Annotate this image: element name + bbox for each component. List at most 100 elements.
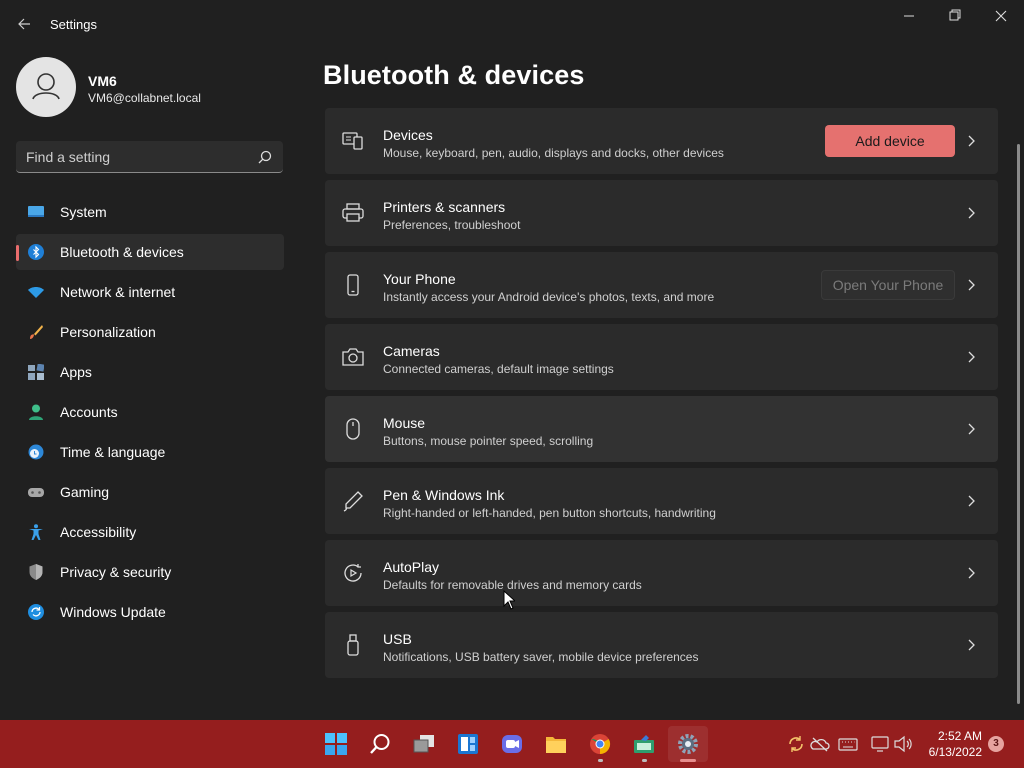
devices-card[interactable]: Devices Mouse, keyboard, pen, audio, dis… bbox=[325, 108, 998, 174]
chevron-right-icon bbox=[968, 279, 975, 291]
settings-taskbar-button[interactable] bbox=[668, 726, 708, 762]
chrome-icon bbox=[590, 734, 611, 755]
sidebar-item-label: System bbox=[60, 204, 107, 220]
card-title: AutoPlay bbox=[383, 559, 440, 575]
avatar[interactable] bbox=[16, 57, 76, 117]
close-icon bbox=[995, 10, 1007, 22]
running-indicator bbox=[642, 759, 647, 762]
keyboard-icon[interactable] bbox=[838, 734, 858, 754]
card-description: Mouse, keyboard, pen, audio, displays an… bbox=[383, 146, 724, 160]
clock-time[interactable]: 2:52 AM bbox=[926, 729, 982, 743]
sidebar-item-network[interactable]: Network & internet bbox=[16, 274, 284, 310]
monitor-icon bbox=[28, 206, 44, 217]
shield-icon bbox=[29, 564, 43, 580]
pen-icon bbox=[343, 491, 363, 512]
app-icon bbox=[634, 735, 654, 753]
selection-indicator bbox=[16, 245, 19, 261]
user-email: VM6@collabnet.local bbox=[88, 91, 201, 105]
start-button[interactable] bbox=[316, 726, 356, 762]
search-box[interactable] bbox=[16, 141, 283, 173]
settings-icon bbox=[678, 734, 698, 754]
network-icon[interactable] bbox=[870, 734, 890, 754]
update-icon bbox=[28, 604, 44, 620]
wifi-icon bbox=[28, 287, 44, 298]
minimize-icon bbox=[904, 15, 914, 17]
sidebar-nav: System Bluetooth & devices Network & int… bbox=[16, 194, 284, 634]
active-indicator bbox=[680, 759, 696, 762]
person-icon bbox=[29, 404, 43, 420]
user-name: VM6 bbox=[88, 73, 117, 89]
restore-button[interactable] bbox=[932, 0, 978, 32]
search-icon bbox=[370, 734, 390, 754]
card-description: Notifications, USB battery saver, mobile… bbox=[383, 650, 699, 664]
start-icon bbox=[325, 733, 347, 755]
chat-icon bbox=[502, 735, 522, 753]
scrollbar[interactable] bbox=[1017, 144, 1020, 704]
clock-date[interactable]: 6/13/2022 bbox=[926, 745, 982, 759]
apps-icon bbox=[28, 364, 44, 380]
widgets-button[interactable] bbox=[448, 726, 488, 762]
card-title: Pen & Windows Ink bbox=[383, 487, 505, 503]
search-icon bbox=[258, 150, 272, 164]
sidebar-item-accessibility[interactable]: Accessibility bbox=[16, 514, 284, 550]
devices-icon bbox=[342, 132, 363, 150]
notification-badge[interactable]: 3 bbox=[988, 736, 1004, 752]
your-phone-card[interactable]: Your Phone Instantly access your Android… bbox=[325, 252, 998, 318]
gamepad-icon bbox=[28, 488, 44, 497]
onedrive-icon[interactable] bbox=[810, 734, 830, 754]
sidebar-item-personalization[interactable]: Personalization bbox=[16, 314, 284, 350]
file-explorer-button[interactable] bbox=[536, 726, 576, 762]
card-title: Printers & scanners bbox=[383, 199, 506, 215]
search-input[interactable] bbox=[26, 147, 251, 167]
sidebar-item-windows-update[interactable]: Windows Update bbox=[16, 594, 284, 630]
sidebar-item-gaming[interactable]: Gaming bbox=[16, 474, 284, 510]
mouse-icon bbox=[346, 418, 360, 440]
sidebar-item-apps[interactable]: Apps bbox=[16, 354, 284, 390]
taskbar-search-button[interactable] bbox=[360, 726, 400, 762]
autoplay-card[interactable]: AutoPlay Defaults for removable drives a… bbox=[325, 540, 998, 606]
card-description: Instantly access your Android device's p… bbox=[383, 290, 715, 304]
printers-scanners-card[interactable]: Printers & scanners Preferences, trouble… bbox=[325, 180, 998, 246]
card-description: Connected cameras, default image setting… bbox=[383, 362, 614, 376]
usb-icon bbox=[347, 634, 359, 656]
card-description: Buttons, mouse pointer speed, scrolling bbox=[383, 434, 594, 448]
back-button[interactable] bbox=[12, 12, 36, 36]
add-device-button[interactable]: Add device bbox=[825, 125, 955, 157]
sync-icon[interactable] bbox=[786, 734, 806, 754]
chevron-right-icon bbox=[968, 567, 975, 579]
chevron-right-icon bbox=[968, 135, 975, 147]
open-your-phone-button[interactable]: Open Your Phone bbox=[821, 270, 955, 300]
chat-button[interactable] bbox=[492, 726, 532, 762]
taskbar-app-button[interactable] bbox=[624, 726, 664, 762]
sidebar-item-bluetooth[interactable]: Bluetooth & devices bbox=[16, 234, 284, 270]
cameras-card[interactable]: Cameras Connected cameras, default image… bbox=[325, 324, 998, 390]
sidebar-item-label: Gaming bbox=[60, 484, 110, 500]
pen-windows-ink-card[interactable]: Pen & Windows Ink Right-handed or left-h… bbox=[325, 468, 998, 534]
minimize-button[interactable] bbox=[886, 0, 932, 32]
sidebar-item-system[interactable]: System bbox=[16, 194, 284, 230]
sidebar-item-privacy-security[interactable]: Privacy & security bbox=[16, 554, 284, 590]
sidebar-item-label: Windows Update bbox=[60, 604, 166, 620]
sidebar-item-label: Bluetooth & devices bbox=[60, 244, 184, 260]
autoplay-icon bbox=[344, 564, 362, 582]
card-description: Right-handed or left-handed, pen button … bbox=[383, 506, 716, 520]
title-bar: Settings bbox=[0, 0, 1024, 48]
sidebar-item-label: Accessibility bbox=[60, 524, 137, 540]
restore-icon bbox=[949, 9, 961, 21]
mouse-card[interactable]: Mouse Buttons, mouse pointer speed, scro… bbox=[325, 396, 998, 462]
sidebar-item-label: Accounts bbox=[60, 404, 118, 420]
user-icon bbox=[32, 73, 60, 100]
sidebar-item-time-language[interactable]: Time & language bbox=[16, 434, 284, 470]
card-title: Your Phone bbox=[383, 271, 456, 287]
task-view-button[interactable] bbox=[404, 726, 444, 762]
volume-icon[interactable] bbox=[893, 734, 913, 754]
sidebar-item-accounts[interactable]: Accounts bbox=[16, 394, 284, 430]
chevron-right-icon bbox=[968, 639, 975, 651]
page-title: Bluetooth & devices bbox=[323, 60, 585, 90]
card-title: USB bbox=[383, 631, 412, 647]
chrome-button[interactable] bbox=[580, 726, 620, 762]
widgets-icon bbox=[458, 734, 478, 754]
close-button[interactable] bbox=[978, 0, 1024, 32]
app-title: Settings bbox=[50, 17, 97, 32]
usb-card[interactable]: USB Notifications, USB battery saver, mo… bbox=[325, 612, 998, 678]
